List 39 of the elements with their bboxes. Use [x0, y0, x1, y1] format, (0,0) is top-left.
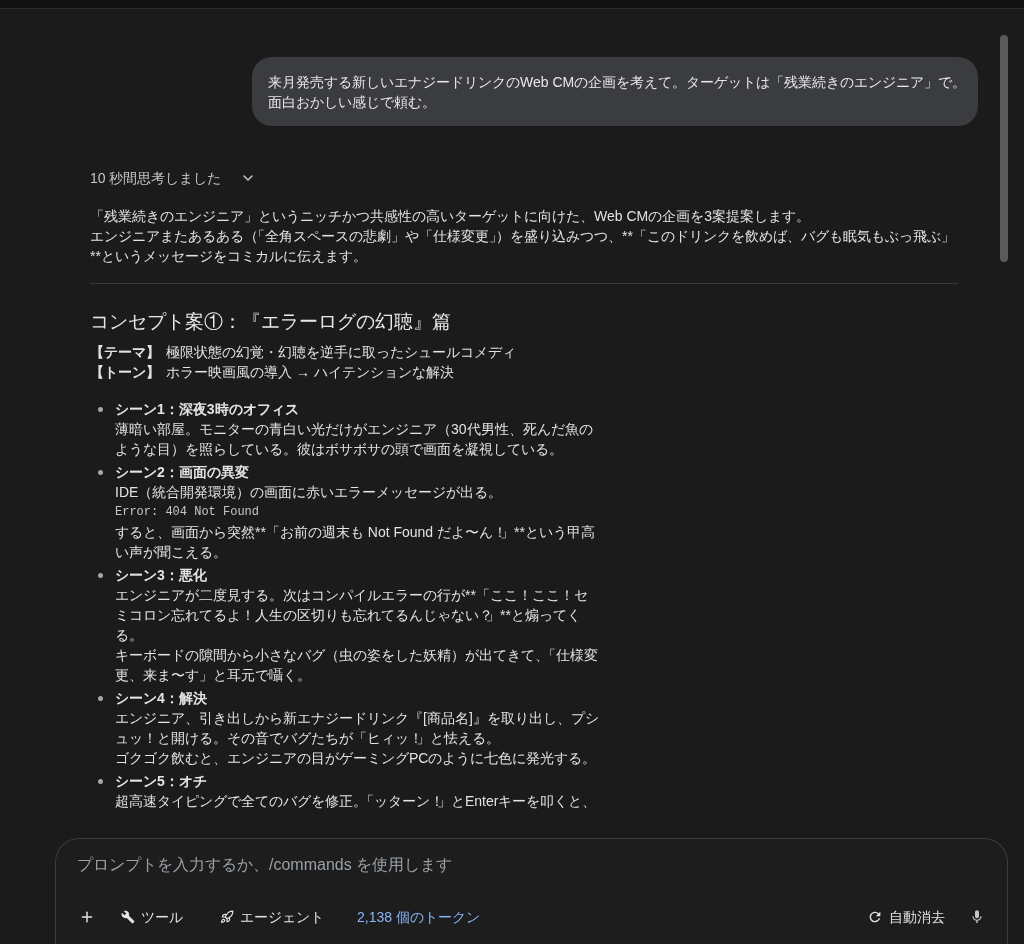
user-message: 来月発売する新しいエナジードリンクのWeb CMの企画を考えて。ターゲットは「残業続きのエンジニア」で。面白おかしい感じで頼む。 [252, 57, 978, 126]
bullet-icon [98, 469, 103, 475]
bullet-icon [98, 778, 103, 784]
scene-title: シーン1：深夜3時のオフィス [115, 400, 299, 419]
token-count: 2,138 個のトークン [357, 907, 480, 927]
scene-text: IDE（統合開発環境）の画面に赤いエラーメッセージが出る。 [115, 483, 504, 502]
mic-icon [969, 909, 985, 925]
bullet-icon [98, 572, 103, 578]
code-text: Error: 404 Not Found [115, 504, 260, 520]
scene-text: キーボードの隙間から小さなバグ（虫の姿をした妖精）が出てきて、「仕様変更、来ま〜す」と耳元で囁く。 [115, 646, 599, 685]
refresh-icon [867, 909, 883, 925]
bullet-icon [98, 406, 103, 412]
scene-title: シーン4：解決 [115, 689, 207, 708]
scrollbar-thumb[interactable] [1000, 35, 1008, 262]
scene-text: 薄暗い部屋。モニターの青白い光だけがエンジニア（30代男性、死んだ魚のような目）を照らしている。彼はボサボサの頭で画面を凝視している。 [115, 420, 594, 459]
scene-text: すると、画面から突然**「お前の週末も Not Found だよ〜ん！」**という甲高い声が聞こえる。 [115, 523, 596, 562]
scene-text: ゴクゴク飲むと、エンジニアの目がゲーミングPCのように七色に発光する。 [115, 749, 598, 768]
attribute-label: 【テーマ】 [90, 343, 160, 362]
agent-button[interactable]: エージェント [212, 901, 332, 933]
rocket-icon [220, 910, 234, 924]
attribute-value: 極限状態の幻覚・幻聴を逆手に取ったシュールコメディ [166, 343, 516, 362]
scene-text: エンジニア、引き出しから新エナジードリンク『[商品名]』を取り出し、プシュッ！と開ける。その音でバグたちが「ヒィッ！」と怯える。 [115, 709, 600, 748]
intro-text: 「残業続きのエンジニア」というニッチかつ共感性の高いターゲットに向けた、Web CMの企画を3案提案します。 [90, 207, 811, 226]
bullet-icon [98, 695, 103, 701]
wrench-icon [121, 910, 135, 924]
thinking-toggle[interactable]: 10 秒間思考しました [90, 162, 257, 194]
scene-text: エンジニアが二度見する。次はコンパイルエラーの行が**「ここ！ここ！セミコロン忘れてるよ！人生の区切りも忘れてるんじゃない？」**と煽ってくる。 [115, 586, 589, 645]
attribute-value: ホラー映画風の導入 → ハイテンションな解決 [166, 363, 454, 382]
scene-title: シーン2：画面の異変 [115, 463, 249, 482]
auto-delete-button[interactable]: 自動消去 [859, 901, 953, 933]
concept-heading: コンセプト案①：『エラーログの幻聴』篇 [90, 310, 451, 334]
attribute-label: 【トーン】 [90, 363, 160, 382]
intro-text: エンジニアまたあるある（「全角スペースの悲劇」や「仕様変更」）を盛り込みつつ、**「このドリンクを飲めば、バグも眠気もぶっ飛ぶ」**というメッセージをコミカルに伝えます。 [90, 227, 956, 266]
scene-title: シーン5：オチ [115, 772, 207, 791]
scene-text: 超高速タイピングで全てのバグを修正。「ッターン！」とEnterキーを叩くと、 [115, 792, 598, 811]
scene-title: シーン3：悪化 [115, 566, 207, 585]
plus-icon [79, 909, 95, 925]
tools-button[interactable]: ツール [113, 901, 191, 933]
prompt-input[interactable]: プロンプトを入力するか、/commands を使用します [77, 853, 986, 877]
